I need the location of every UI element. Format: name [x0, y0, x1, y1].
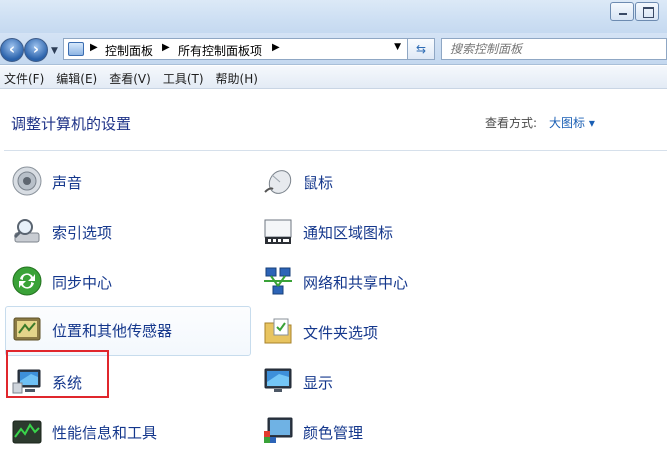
divider — [4, 150, 667, 151]
display-icon — [262, 365, 294, 397]
sensor-icon — [11, 313, 43, 345]
network-icon — [262, 265, 294, 297]
highlight-annotation — [6, 350, 109, 398]
menu-view[interactable]: 查看(V) — [105, 66, 159, 88]
minimize-button[interactable] — [610, 2, 634, 21]
refresh-button[interactable]: ⇆ — [408, 38, 435, 60]
item-label: 性能信息和工具 — [52, 424, 158, 442]
page-title: 调整计算机的设置 — [11, 115, 132, 133]
address-dropdown-icon[interactable]: ▼ — [394, 42, 401, 52]
title-bar — [0, 0, 667, 33]
control-panel-icon — [68, 42, 84, 56]
search-input[interactable] — [442, 39, 666, 59]
item-network-sharing-center[interactable]: 网络和共享中心 — [256, 258, 496, 304]
refresh-icon: ⇆ — [415, 42, 427, 56]
item-label: 网络和共享中心 — [303, 274, 409, 292]
chevron-right-icon[interactable]: ▶ — [272, 42, 280, 53]
item-display[interactable]: 显示 — [256, 358, 496, 404]
view-by-dropdown[interactable]: 大图标 ▾ — [549, 114, 595, 131]
item-sync-center[interactable]: 同步中心 — [5, 258, 245, 304]
menu-edit[interactable]: 编辑(E) — [52, 66, 105, 88]
item-label: 位置和其他传感器 — [52, 322, 173, 340]
item-performance[interactable]: 性能信息和工具 — [5, 408, 245, 454]
address-bar[interactable]: ▶ 控制面板 ▶ 所有控制面板项 ▶ ▼ — [63, 38, 408, 60]
recent-pages-dropdown[interactable]: ▼ — [51, 46, 58, 56]
chevron-right-icon[interactable]: ▶ — [162, 42, 170, 53]
sync-center-icon — [11, 265, 43, 297]
item-location-sensors[interactable]: 位置和其他传感器 — [5, 306, 251, 356]
item-label: 文件夹选项 — [303, 324, 379, 342]
maximize-button[interactable] — [635, 2, 659, 21]
menu-file[interactable]: 文件(F) — [0, 66, 52, 88]
item-label: 索引选项 — [52, 224, 113, 242]
window-controls — [609, 2, 659, 21]
speaker-icon — [11, 165, 43, 197]
menu-tools[interactable]: 工具(T) — [159, 66, 212, 88]
item-mouse[interactable]: 鼠标 — [256, 158, 496, 204]
item-label: 鼠标 — [303, 174, 334, 192]
notification-area-icon — [262, 215, 294, 247]
item-label: 同步中心 — [52, 274, 113, 292]
item-indexing-options[interactable]: 索引选项 — [5, 208, 245, 254]
mouse-icon — [262, 165, 294, 197]
search-box[interactable] — [441, 38, 667, 60]
item-label: 颜色管理 — [303, 424, 364, 442]
index-search-icon — [11, 215, 43, 247]
item-notification-area-icons[interactable]: 通知区域图标 — [256, 208, 496, 254]
menu-help[interactable]: 帮助(H) — [212, 66, 266, 88]
item-folder-options[interactable]: 文件夹选项 — [256, 308, 496, 354]
performance-icon — [11, 415, 43, 447]
folder-options-icon — [262, 315, 294, 347]
item-label: 声音 — [52, 174, 83, 192]
item-label: 通知区域图标 — [303, 224, 394, 242]
menu-bar: 文件(F) 编辑(E) 查看(V) 工具(T) 帮助(H) — [0, 66, 667, 89]
view-by-label: 查看方式: — [485, 116, 538, 130]
item-sound[interactable]: 声音 — [5, 158, 245, 204]
breadcrumb-all-items[interactable]: 所有控制面板项 — [178, 42, 262, 59]
color-management-icon — [262, 415, 294, 447]
item-color-management[interactable]: 颜色管理 — [256, 408, 496, 454]
address-row: ‹ › ▼ ▶ 控制面板 ▶ 所有控制面板项 ▶ ▼ ⇆ — [0, 33, 667, 65]
breadcrumb-control-panel[interactable]: 控制面板 — [105, 42, 153, 59]
back-button[interactable]: ‹ — [0, 38, 24, 62]
chevron-right-icon[interactable]: ▶ — [90, 42, 98, 53]
forward-button[interactable]: › — [24, 38, 48, 62]
item-label: 显示 — [303, 374, 334, 392]
